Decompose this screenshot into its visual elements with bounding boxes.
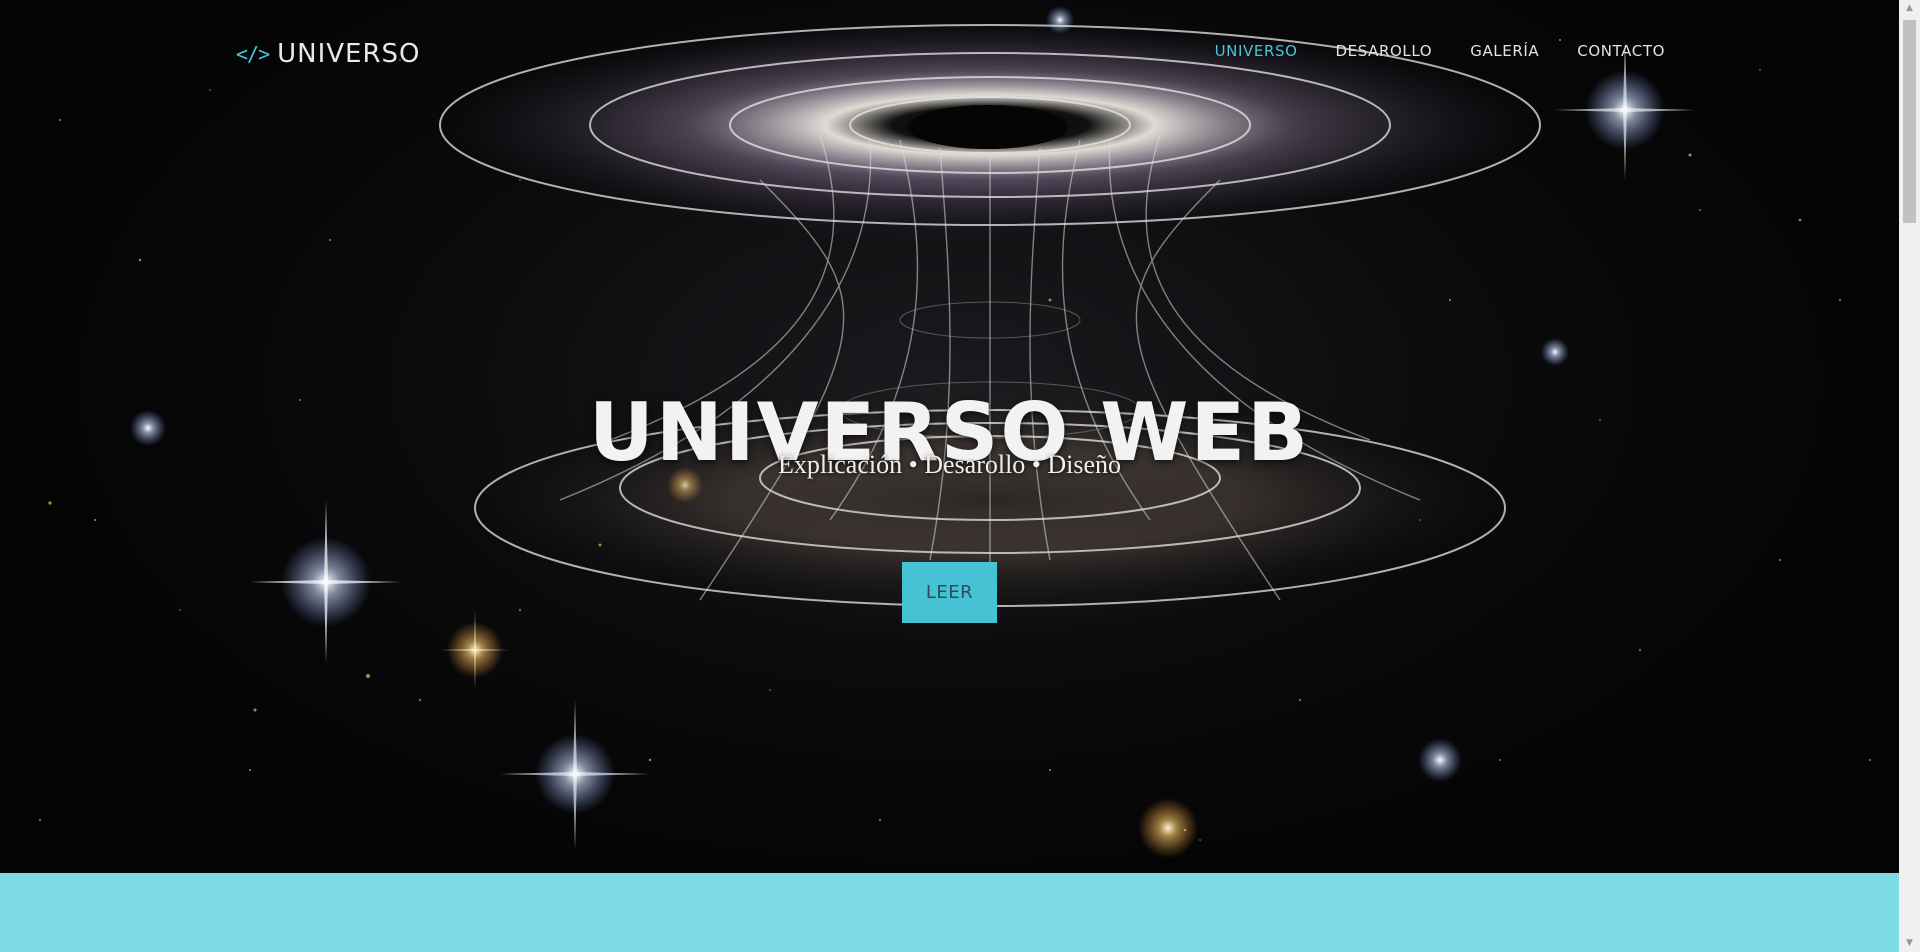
main-nav: UNIVERSO DESAROLLO GALERÍA CONTACTO: [1215, 42, 1665, 60]
nav-link-galeria[interactable]: GALERÍA: [1470, 42, 1539, 60]
nav-item: DESAROLLO: [1336, 42, 1433, 60]
nav-link-contacto[interactable]: CONTACTO: [1577, 42, 1665, 60]
vertical-scrollbar[interactable]: ▲ ▼: [1899, 0, 1920, 952]
next-section-band: [0, 873, 1899, 952]
read-button[interactable]: LEER: [902, 562, 997, 623]
nav-item: CONTACTO: [1577, 42, 1665, 60]
hero-section: </> UNIVERSO UNIVERSO DESAROLLO GALERÍA …: [0, 0, 1899, 873]
code-icon: </>: [236, 42, 270, 66]
nav-link-desarollo[interactable]: DESAROLLO: [1336, 42, 1433, 60]
nav-item: UNIVERSO: [1215, 42, 1298, 60]
nav-link-universo[interactable]: UNIVERSO: [1215, 42, 1298, 60]
hero-subtitle: Explicación • Desarollo • Diseño: [777, 450, 1122, 479]
nav-item: GALERÍA: [1470, 42, 1539, 60]
page-viewport: </> UNIVERSO UNIVERSO DESAROLLO GALERÍA …: [0, 0, 1899, 952]
brand-name: UNIVERSO: [277, 39, 421, 69]
triangle-down-icon[interactable]: ▼: [1899, 935, 1920, 952]
triangle-up-icon[interactable]: ▲: [1899, 0, 1920, 17]
scrollbar-thumb[interactable]: [1903, 20, 1916, 223]
brand-logo-link[interactable]: </> UNIVERSO: [236, 36, 421, 72]
